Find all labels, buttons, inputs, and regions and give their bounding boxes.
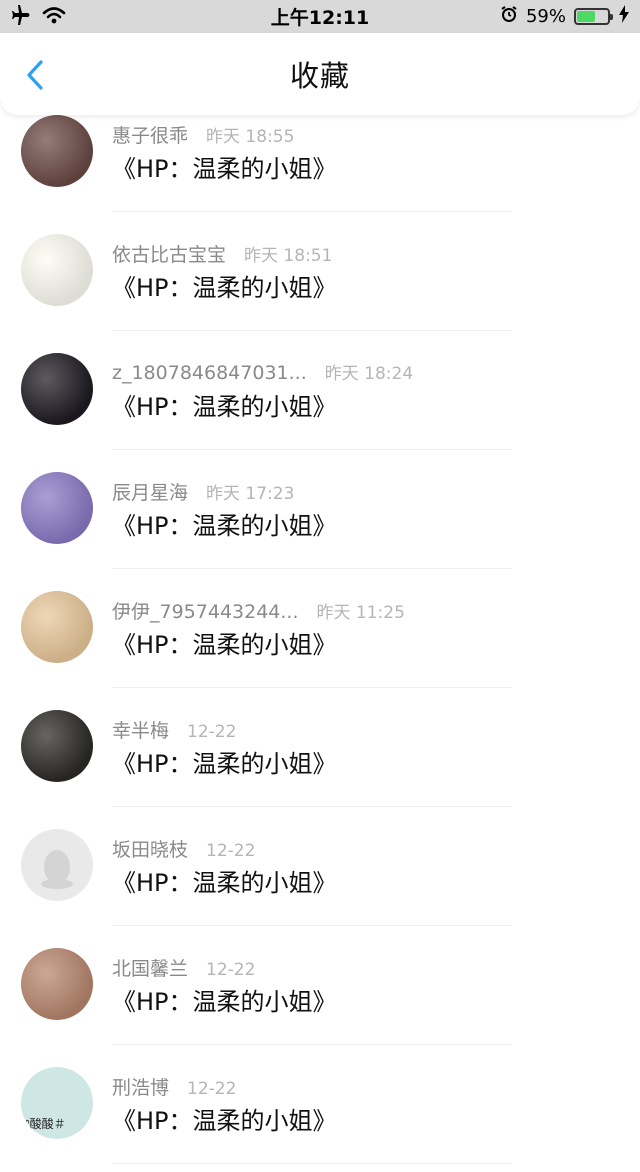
username[interactable]: z_1807846847031... (112, 362, 307, 384)
list-item[interactable]: 坂田晓枝 12-22 《HP：温柔的小姐》 (0, 815, 640, 934)
list-item[interactable]: 辰月星海 昨天 17:23 《HP：温柔的小姐》 (0, 458, 640, 577)
list-item[interactable]: z_1807846847031... 昨天 18:24 《HP：温柔的小姐》 (0, 339, 640, 458)
item-content[interactable]: 《HP：温柔的小姐》 (112, 506, 337, 541)
item-content[interactable]: 《HP：温柔的小姐》 (112, 982, 337, 1017)
list-item[interactable]: ᐢ酸酸＃ 刑浩博 12-22 《HP：温柔的小姐》 (0, 1053, 640, 1172)
avatar[interactable] (21, 710, 93, 782)
divider (112, 330, 512, 331)
avatar-photo (21, 472, 93, 544)
avatar[interactable]: ᐢ酸酸＃ (21, 1067, 93, 1139)
username[interactable]: 惠子很乖 (112, 121, 188, 148)
divider (112, 211, 512, 212)
nav-bar: 收藏 (0, 33, 640, 115)
divider (112, 1163, 512, 1164)
battery-percent: 59% (525, 6, 566, 27)
status-time: 上午12:11 (270, 7, 370, 29)
item-meta: 依古比古宝宝 昨天 18:51 (112, 240, 332, 267)
timestamp: 12-22 (187, 722, 237, 742)
chevron-left-icon (25, 59, 45, 95)
divider (112, 806, 512, 807)
avatar[interactable] (21, 591, 93, 663)
item-meta: 坂田晓枝 12-22 (112, 835, 255, 862)
avatar-photo (21, 948, 93, 1020)
item-content[interactable]: 《HP：温柔的小姐》 (112, 744, 337, 779)
avatar-photo (21, 710, 93, 782)
back-button[interactable] (20, 59, 50, 95)
item-meta: 辰月星海 昨天 17:23 (112, 478, 294, 505)
item-content[interactable]: 《HP：温柔的小姐》 (112, 863, 337, 898)
list-item[interactable]: 北国馨兰 12-22 《HP：温柔的小姐》 (0, 934, 640, 1053)
timestamp: 12-22 (206, 960, 256, 980)
alarm-icon (500, 5, 518, 28)
item-meta: z_1807846847031... 昨天 18:24 (112, 359, 413, 384)
username[interactable]: 依古比古宝宝 (112, 240, 226, 267)
username[interactable]: 辰月星海 (112, 478, 188, 505)
battery-fill (577, 11, 595, 22)
avatar-caption: ᐢ酸酸＃ (25, 1117, 66, 1131)
status-right: 59% (430, 5, 630, 28)
status-bar: 上午12:11 59% (0, 0, 640, 33)
status-left (10, 4, 210, 29)
avatar[interactable] (21, 115, 93, 187)
item-meta: 北国馨兰 12-22 (112, 954, 255, 981)
list-item[interactable]: 惠子很乖 昨天 18:55 《HP：温柔的小姐》 (0, 101, 640, 220)
favorites-list: 惠子很乖 昨天 18:55 《HP：温柔的小姐》 依古比古宝宝 昨天 18:51 《HP：… (0, 101, 640, 1172)
airplane-icon (10, 4, 32, 29)
item-content[interactable]: 《HP：温柔的小姐》 (112, 625, 337, 660)
page-title: 收藏 (289, 59, 350, 93)
username[interactable]: 北国馨兰 (112, 954, 188, 981)
item-content[interactable]: 《HP：温柔的小姐》 (112, 387, 337, 422)
timestamp: 昨天 18:51 (244, 246, 333, 266)
battery-icon (574, 8, 613, 25)
charging-icon (618, 5, 630, 28)
item-meta: 刑浩博 12-22 (112, 1073, 236, 1100)
divider (112, 568, 512, 569)
list-item[interactable]: 伊伊_7957443244... 昨天 11:25 《HP：温柔的小姐》 (0, 577, 640, 696)
avatar[interactable] (21, 353, 93, 425)
timestamp: 12-22 (187, 1079, 237, 1099)
username[interactable]: 伊伊_7957443244... (112, 597, 299, 624)
avatar[interactable] (21, 948, 93, 1020)
username[interactable]: 刑浩博 (112, 1073, 169, 1100)
avatar-photo (21, 353, 93, 425)
item-content[interactable]: 《HP：温柔的小姐》 (112, 268, 337, 303)
avatar[interactable] (21, 829, 93, 901)
timestamp: 昨天 18:24 (324, 364, 414, 384)
divider (112, 687, 512, 688)
item-meta: 幸半梅 12-22 (112, 716, 236, 743)
item-content[interactable]: 《HP：温柔的小姐》 (112, 149, 337, 184)
divider (112, 925, 512, 926)
avatar-photo (21, 115, 93, 187)
username[interactable]: 坂田晓枝 (112, 835, 188, 862)
default-avatar-icon (41, 850, 73, 889)
timestamp: 昨天 11:25 (316, 603, 405, 623)
avatar-photo (21, 591, 93, 663)
item-meta: 伊伊_7957443244... 昨天 11:25 (112, 597, 405, 624)
divider (112, 1044, 512, 1045)
item-meta: 惠子很乖 昨天 18:55 (112, 121, 294, 148)
timestamp: 昨天 17:23 (206, 484, 295, 504)
wifi-icon (42, 6, 66, 28)
avatar[interactable] (21, 234, 93, 306)
timestamp: 12-22 (206, 841, 256, 861)
avatar-photo (21, 234, 93, 306)
item-content[interactable]: 《HP：温柔的小姐》 (112, 1101, 337, 1136)
timestamp: 昨天 18:55 (206, 127, 295, 147)
avatar[interactable] (21, 472, 93, 544)
list-item[interactable]: 幸半梅 12-22 《HP：温柔的小姐》 (0, 696, 640, 815)
username[interactable]: 幸半梅 (112, 716, 169, 743)
list-item[interactable]: 依古比古宝宝 昨天 18:51 《HP：温柔的小姐》 (0, 220, 640, 339)
divider (112, 449, 512, 450)
